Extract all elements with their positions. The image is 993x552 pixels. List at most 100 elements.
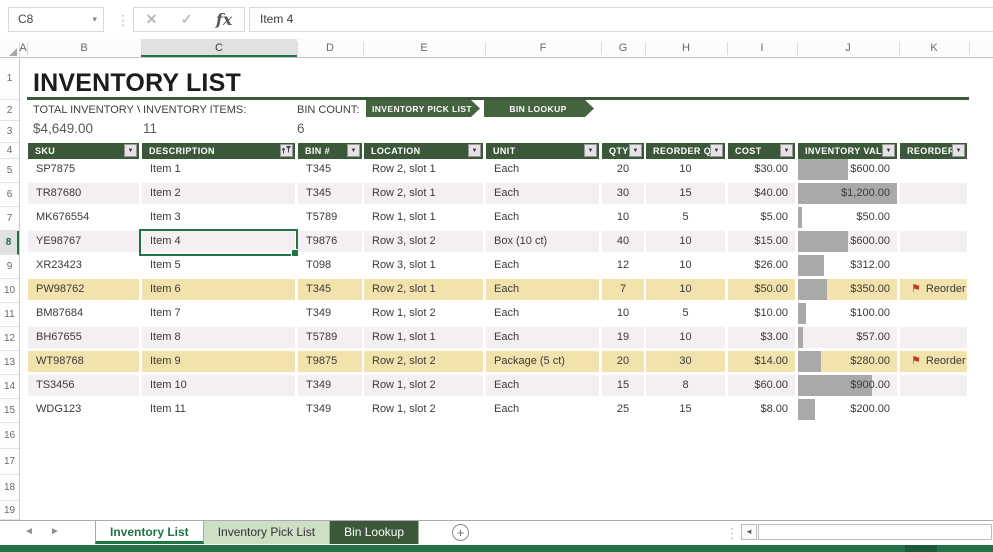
fill-handle[interactable] [291, 249, 299, 257]
cell-J6[interactable]: $1,200.00 [798, 183, 897, 204]
cell-B13[interactable]: WT98768 [28, 351, 139, 372]
cell-B14[interactable]: TS3456 [28, 375, 139, 396]
filter-dropdown-icon-reorder[interactable]: ▼ [952, 144, 965, 157]
cell-G14[interactable]: 15 [602, 375, 644, 396]
column-title-cost[interactable]: COST▼ [728, 143, 795, 159]
cell-I14[interactable]: $60.00 [728, 375, 795, 396]
cell-E8[interactable]: Row 3, slot 2 [364, 231, 483, 252]
cell-J13[interactable]: $280.00 [798, 351, 897, 372]
cell-J12[interactable]: $57.00 [798, 327, 897, 348]
inventory-items-label[interactable]: INVENTORY ITEMS: [143, 104, 246, 116]
cell-C6[interactable]: Item 2 [142, 183, 295, 204]
cell-F11[interactable]: Each [486, 303, 599, 324]
cell-D6[interactable]: T345 [298, 183, 362, 204]
column-header-C[interactable]: C [215, 39, 223, 57]
column-header-I[interactable]: I [760, 39, 763, 57]
cell-F5[interactable]: Each [486, 159, 599, 180]
cell-G5[interactable]: 20 [602, 159, 644, 180]
cell-B5[interactable]: SP7875 [28, 159, 139, 180]
filter-dropdown-icon-sku[interactable]: ▼ [124, 144, 137, 157]
tab-scroll-right-icon[interactable]: ► [50, 526, 60, 537]
filter-dropdown-icon-location[interactable]: ▼ [468, 144, 481, 157]
formula-input[interactable]: Item 4 [249, 7, 993, 32]
cell-D14[interactable]: T349 [298, 375, 362, 396]
row-header-2[interactable]: 2 [0, 100, 19, 121]
cell-B11[interactable]: BM87684 [28, 303, 139, 324]
enter-icon[interactable]: ✓ [175, 11, 199, 28]
cell-H8[interactable]: 10 [646, 231, 725, 252]
filter-dropdown-icon-qty[interactable]: ▼ [629, 144, 642, 157]
filter-dropdown-icon-bin[interactable]: ▼ [347, 144, 360, 157]
cell-E12[interactable]: Row 1, slot 1 [364, 327, 483, 348]
cell-F6[interactable]: Each [486, 183, 599, 204]
tab-strip-divider-dots[interactable]: ⋮ [725, 526, 739, 540]
cell-F13[interactable]: Package (5 ct) [486, 351, 599, 372]
cell-F9[interactable]: Each [486, 255, 599, 276]
column-header-G[interactable]: G [619, 39, 628, 57]
cell-D8[interactable]: T9876 [298, 231, 362, 252]
column-title-sku[interactable]: SKU▼ [28, 143, 139, 159]
row-header-8[interactable]: 8 [0, 231, 19, 255]
cell-K9[interactable] [900, 255, 967, 276]
cell-D15[interactable]: T349 [298, 399, 362, 420]
column-header-D[interactable]: D [326, 39, 334, 57]
cell-I15[interactable]: $8.00 [728, 399, 795, 420]
row-header-11[interactable]: 11 [0, 303, 19, 327]
bin-lookup-button[interactable]: BIN LOOKUP [484, 100, 594, 117]
row-header-4[interactable]: 4 [0, 143, 19, 159]
select-all-corner-icon[interactable] [9, 48, 17, 56]
cell-K11[interactable] [900, 303, 967, 324]
cell-G15[interactable]: 25 [602, 399, 644, 420]
horizontal-scrollbar-thumb[interactable] [758, 524, 992, 540]
cell-I9[interactable]: $26.00 [728, 255, 795, 276]
cell-I7[interactable]: $5.00 [728, 207, 795, 228]
column-header-K[interactable]: K [930, 39, 937, 57]
cell-F15[interactable]: Each [486, 399, 599, 420]
cell-J8[interactable]: $600.00 [798, 231, 897, 252]
column-header-H[interactable]: H [682, 39, 690, 57]
selected-cell-outline[interactable] [139, 229, 298, 256]
cell-F10[interactable]: Each [486, 279, 599, 300]
cell-C7[interactable]: Item 3 [142, 207, 295, 228]
cell-E9[interactable]: Row 3, slot 1 [364, 255, 483, 276]
column-header-J[interactable]: J [845, 39, 851, 57]
cell-I11[interactable]: $10.00 [728, 303, 795, 324]
cell-E11[interactable]: Row 1, slot 2 [364, 303, 483, 324]
column-title-reorder[interactable]: REORDER▼ [900, 143, 967, 159]
column-header-E[interactable]: E [420, 39, 427, 57]
cell-C11[interactable]: Item 7 [142, 303, 295, 324]
cell-B12[interactable]: BH67655 [28, 327, 139, 348]
cell-J9[interactable]: $312.00 [798, 255, 897, 276]
row-header-12[interactable]: 12 [0, 327, 19, 351]
cell-I12[interactable]: $3.00 [728, 327, 795, 348]
cell-J15[interactable]: $200.00 [798, 399, 897, 420]
cell-H11[interactable]: 5 [646, 303, 725, 324]
cell-D7[interactable]: T5789 [298, 207, 362, 228]
cell-G7[interactable]: 10 [602, 207, 644, 228]
cell-D11[interactable]: T349 [298, 303, 362, 324]
total-inventory-value[interactable]: $4,649.00 [33, 121, 93, 136]
cell-F14[interactable]: Each [486, 375, 599, 396]
column-title-reorder-qty[interactable]: REORDER QTY▼ [646, 143, 725, 159]
cell-G11[interactable]: 10 [602, 303, 644, 324]
cell-E10[interactable]: Row 2, slot 1 [364, 279, 483, 300]
total-inventory-value-label[interactable]: TOTAL INVENTORY VALUE: [33, 104, 140, 116]
cell-C10[interactable]: Item 6 [142, 279, 295, 300]
cell-H10[interactable]: 10 [646, 279, 725, 300]
cell-B8[interactable]: YE98767 [28, 231, 139, 252]
cell-H14[interactable]: 8 [646, 375, 725, 396]
row-header-15[interactable]: 15 [0, 399, 19, 423]
cell-J10[interactable]: $350.00 [798, 279, 897, 300]
column-title-unit[interactable]: UNIT▼ [486, 143, 599, 159]
scroll-left-icon[interactable]: ◄ [741, 524, 757, 540]
name-box-caret-icon[interactable]: ▾ [92, 8, 97, 31]
cell-J7[interactable]: $50.00 [798, 207, 897, 228]
filter-dropdown-icon-cost[interactable]: ▼ [780, 144, 793, 157]
cell-H13[interactable]: 30 [646, 351, 725, 372]
cell-F8[interactable]: Box (10 ct) [486, 231, 599, 252]
name-box[interactable]: C8 ▾ [8, 7, 104, 32]
cell-G6[interactable]: 30 [602, 183, 644, 204]
cell-G9[interactable]: 12 [602, 255, 644, 276]
row-header-7[interactable]: 7 [0, 207, 19, 231]
column-title-qty[interactable]: QTY▼ [602, 143, 644, 159]
